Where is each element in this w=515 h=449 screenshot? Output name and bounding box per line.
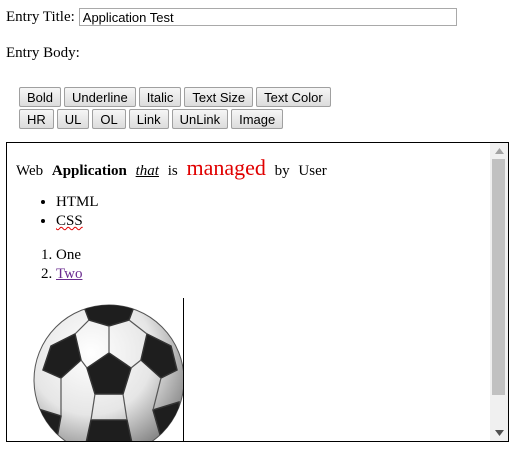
list-item: One — [56, 246, 82, 265]
link-two[interactable]: Two — [56, 266, 82, 282]
text-color-button[interactable]: Text Color — [256, 87, 331, 107]
rich-text-editor[interactable]: Web Application that is managed by User … — [6, 142, 509, 442]
text-size-button[interactable]: Text Size — [184, 87, 254, 107]
ul-button[interactable]: UL — [56, 109, 90, 129]
image-button[interactable]: Image — [231, 109, 284, 129]
hr-button[interactable]: HR — [19, 109, 54, 129]
word-is: is — [167, 163, 178, 179]
word-that-italic-underlined: that — [135, 163, 159, 179]
list-item: CSS — [56, 212, 99, 231]
word-user: User — [298, 163, 327, 179]
word-by: by — [274, 163, 290, 179]
editor-content[interactable]: Web Application that is managed by User … — [7, 143, 490, 441]
list-item: Two — [56, 265, 82, 284]
scroll-up-icon[interactable] — [490, 143, 508, 159]
word-managed-red: managed — [186, 155, 266, 180]
bold-button[interactable]: Bold — [19, 87, 62, 107]
underline-button[interactable]: Underline — [64, 87, 136, 107]
word-application-bold: Application — [51, 163, 127, 179]
entry-title-input[interactable] — [78, 8, 457, 26]
numbered-list: One Two — [16, 246, 82, 284]
scroll-down-icon[interactable] — [490, 425, 508, 441]
list-item: HTML — [56, 193, 99, 212]
editor-paragraph: Web Application that is managed by User — [16, 155, 332, 181]
editor-scrollbar[interactable] — [490, 143, 508, 441]
word-web: Web — [16, 163, 44, 179]
inserted-image[interactable] — [21, 298, 185, 441]
formatting-toolbar: Bold Underline Italic Text Size Text Col… — [19, 87, 331, 131]
unlink-button[interactable]: UnLink — [171, 109, 229, 129]
soccer-ball-icon — [33, 304, 185, 441]
ol-button[interactable]: OL — [92, 109, 126, 129]
entry-body-label: Entry Body: — [6, 45, 80, 61]
misspelled-word: CSS — [56, 213, 83, 229]
link-button[interactable]: Link — [128, 109, 169, 129]
bullet-list: HTML CSS — [16, 193, 99, 231]
entry-title-row: Entry Title: — [6, 8, 457, 26]
entry-title-label: Entry Title: — [6, 8, 75, 25]
italic-button[interactable]: Italic — [138, 87, 182, 107]
scrollbar-thumb[interactable] — [492, 159, 505, 395]
